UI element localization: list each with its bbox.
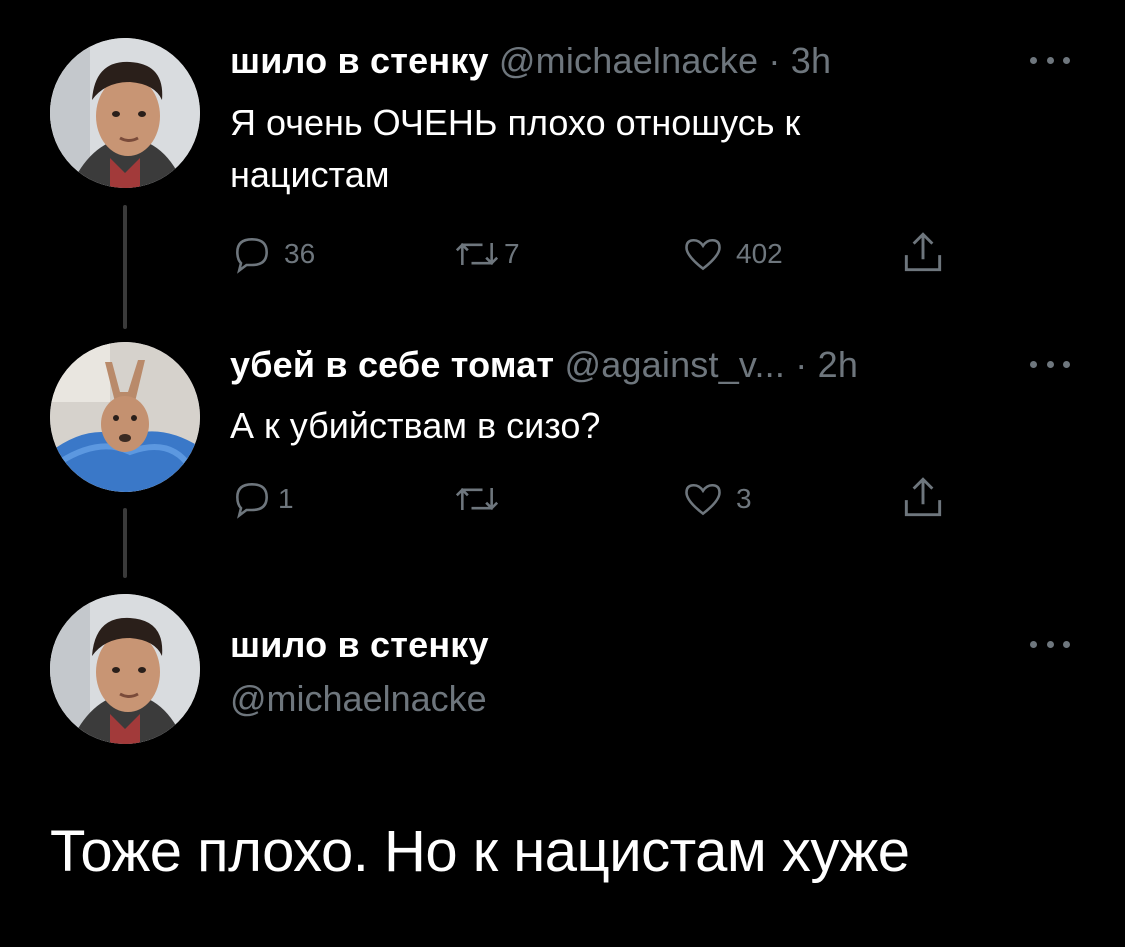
author-name[interactable]: шило в стенку — [230, 624, 489, 666]
more-icon[interactable] — [1030, 54, 1070, 66]
retweet-button[interactable]: 7 — [452, 232, 520, 276]
like-icon — [685, 483, 721, 516]
share-button[interactable] — [898, 228, 948, 278]
share-button[interactable] — [898, 473, 948, 523]
avatar[interactable] — [50, 594, 200, 744]
author-handle[interactable]: @michaelnacke — [499, 40, 758, 81]
retweet-count: 7 — [504, 238, 520, 269]
more-icon[interactable] — [1030, 358, 1070, 370]
more-icon[interactable] — [1030, 638, 1070, 650]
avatar[interactable] — [50, 342, 200, 492]
author-line: шило в стенку @michaelnacke · 3h — [230, 40, 831, 82]
share-icon — [904, 477, 942, 517]
reply-count: 1 — [278, 483, 294, 514]
like-button[interactable]: 402 — [680, 232, 783, 276]
author-line: убей в себе томат @against_v... · 2h — [230, 344, 858, 386]
author-handle[interactable]: @michaelnacke — [230, 678, 487, 720]
separator-dot: · — [768, 40, 781, 81]
like-icon — [685, 238, 721, 271]
reply-count: 36 — [284, 238, 316, 269]
avatar-image-man — [50, 594, 200, 744]
retweet-icon — [455, 243, 499, 265]
author-name[interactable]: шило в стенку — [230, 40, 489, 81]
retweet-icon — [455, 488, 499, 510]
like-count: 402 — [736, 238, 783, 269]
tweet-text: А к убийствам в сизо? — [230, 405, 601, 446]
tweet-text-line-1: Я очень ОЧЕНЬ плохо отношусь к — [230, 102, 801, 143]
thread-line — [123, 205, 127, 329]
tweet-text: Я очень ОЧЕНЬ плохо отношусь к нацистам — [230, 97, 800, 201]
timestamp[interactable]: 3h — [791, 40, 831, 81]
main-tweet-text: Тоже плохо. Но к нацистам хуже — [50, 819, 910, 884]
retweet-button[interactable] — [452, 477, 512, 521]
like-button[interactable]: 3 — [680, 477, 752, 521]
avatar-image-kangaroo — [50, 342, 200, 492]
timestamp[interactable]: 2h — [818, 344, 858, 385]
avatar-image-man — [50, 38, 200, 188]
author-name[interactable]: убей в себе томат — [230, 344, 554, 385]
reply-button[interactable]: 1 — [230, 477, 294, 521]
share-icon — [904, 232, 942, 272]
reply-icon — [236, 238, 268, 274]
author-handle[interactable]: @against_v... — [564, 344, 785, 385]
tweet-text-line-2: нацистам — [230, 154, 390, 195]
separator-dot: · — [795, 344, 808, 385]
reply-icon — [236, 483, 268, 519]
reply-button[interactable]: 36 — [230, 232, 315, 276]
avatar[interactable] — [50, 38, 200, 188]
like-count: 3 — [736, 483, 752, 514]
thread-line — [123, 508, 127, 578]
